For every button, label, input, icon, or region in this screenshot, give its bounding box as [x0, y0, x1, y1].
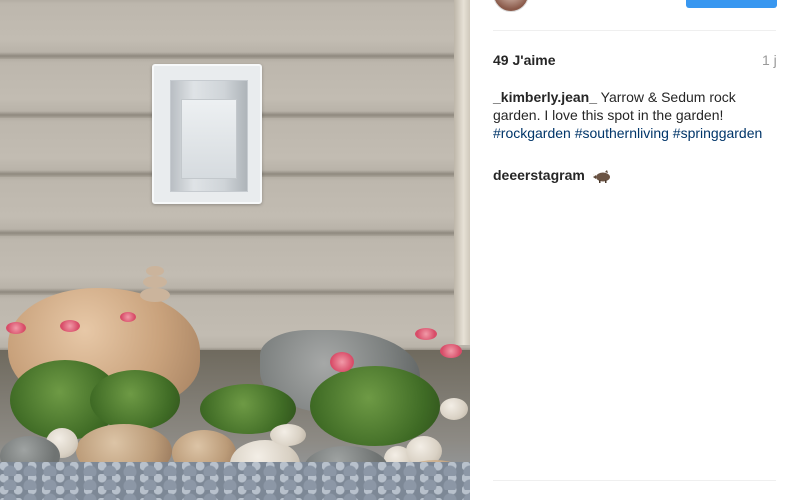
yarrow-bloom	[120, 312, 136, 322]
yarrow-bloom	[415, 328, 437, 340]
yarrow-bloom	[440, 344, 462, 358]
wild-boar-emoji-icon	[592, 170, 610, 184]
cairn-stone	[146, 266, 164, 276]
hashtag-link[interactable]: #springgarden	[673, 125, 763, 141]
vent-flap	[181, 99, 237, 179]
comment-username[interactable]: deeerstagram	[493, 167, 585, 183]
post-photo[interactable]	[0, 0, 470, 500]
cairn-stone	[143, 276, 167, 288]
cairn-stone	[140, 288, 170, 302]
vent-housing	[170, 80, 248, 192]
hashtag-link[interactable]: #southernliving	[575, 125, 669, 141]
yarrow-foliage	[310, 366, 440, 446]
header-divider	[493, 30, 776, 31]
footer-divider	[493, 480, 776, 481]
caption-username[interactable]: _kimberly.jean_	[493, 89, 597, 105]
house-corner-trim	[454, 0, 470, 345]
blue-gravel	[0, 462, 470, 500]
dryer-vent	[152, 64, 262, 204]
yarrow-bloom	[6, 322, 26, 334]
like-count[interactable]: 49 J'aime	[493, 52, 556, 68]
avatar[interactable]	[493, 0, 529, 12]
yarrow-bloom	[60, 320, 80, 332]
hashtag-link[interactable]: #rockgarden	[493, 125, 571, 141]
comment: deeerstagram	[493, 166, 612, 184]
caption: _kimberly.jean_ Yarrow & Sedum rock gard…	[493, 88, 763, 142]
river-stone	[440, 398, 468, 420]
river-stone	[270, 424, 306, 446]
follow-button[interactable]	[686, 0, 777, 8]
post-age[interactable]: 1 j	[762, 52, 777, 68]
yarrow-foliage	[90, 370, 180, 430]
yarrow-bloom	[330, 352, 354, 372]
